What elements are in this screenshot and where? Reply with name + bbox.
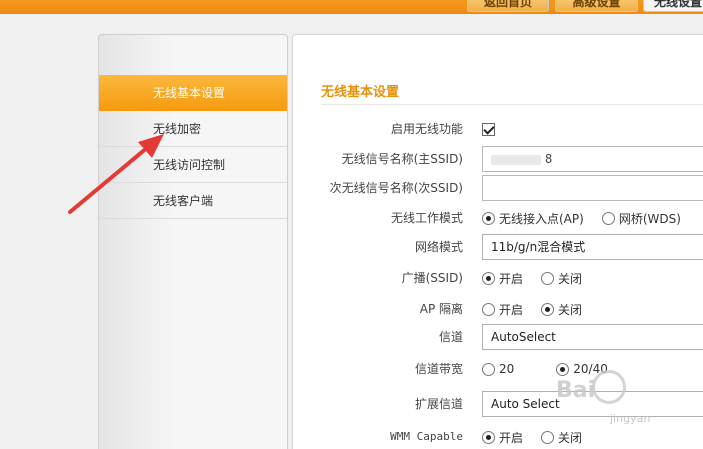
content-panel: 无线基本设置 启用无线功能 无线信号名称(主SSID) 8 次无线信号名称(次S… [292,34,703,449]
red-arrow-annotation [68,134,164,214]
ssid-value: 8 [545,152,553,166]
sidebar-item-basic-settings[interactable]: 无线基本设置 [99,75,287,111]
radio-isolation-on[interactable]: 开启 [482,301,523,318]
ssid2-label: 次无线信号名称(次SSID) [329,181,463,195]
row-channel: 信道 AutoSelect▼ [293,323,703,351]
radio-wds-dot[interactable] [601,211,615,225]
radio-broadcast-on[interactable]: 开启 [482,270,523,287]
watermark-sub: jingyan [610,412,651,425]
radio-isolation-off-label: 关闭 [558,302,583,317]
divider [321,104,703,105]
radio-wds[interactable]: 网桥(WDS) [601,210,681,227]
radio-broadcast-off-label: 关闭 [558,271,583,286]
net-mode-value: 11b/g/n混合模式 [491,240,586,254]
row-ssid2: 次无线信号名称(次SSID) [293,174,703,202]
radio-ap[interactable]: 无线接入点(AP) [482,210,584,227]
radio-bw-2040-dot[interactable] [556,362,570,376]
ext-channel-label: 扩展信道 [414,397,463,411]
channel-value: AutoSelect [491,330,556,344]
tab-home-label: 返回首页 [483,0,532,9]
ssid-label: 无线信号名称(主SSID) [341,152,463,166]
channel-select[interactable]: AutoSelect▼ [482,324,703,350]
radio-wmm-on[interactable]: 开启 [482,429,523,446]
bandwidth-label: 信道带宽 [414,362,463,376]
sidebar: 无线基本设置 无线加密 无线访问控制 无线客户端 [98,34,288,449]
tab-advanced-label: 高级设置 [572,0,621,9]
radio-isolation-off-dot[interactable] [541,302,555,316]
row-ssid: 无线信号名称(主SSID) 8 [293,145,703,173]
paw-icon [592,370,626,404]
row-wmm: WMM Capable 开启 关闭 [293,423,703,449]
broadcast-label: 广播(SSID) [401,271,463,285]
radio-isolation-on-label: 开启 [499,302,524,317]
tab-home[interactable]: 返回首页 [467,0,549,12]
net-mode-select[interactable]: 11b/g/n混合模式▼ [482,234,703,260]
row-enable-wireless: 启用无线功能 [293,115,703,143]
radio-wmm-off-label: 关闭 [558,430,583,445]
work-mode-label: 无线工作模式 [390,211,463,225]
panel-title: 无线基本设置 [321,85,400,100]
radio-ap-label: 无线接入点(AP) [499,211,584,226]
radio-wmm-on-dot[interactable] [482,430,495,444]
row-net-mode: 网络模式 11b/g/n混合模式▼ [293,233,703,261]
tab-wireless-settings[interactable]: 无线设置 [643,0,703,12]
tab-advanced-settings[interactable]: 高级设置 [555,0,638,12]
radio-wmm-on-label: 开启 [499,430,524,445]
row-bandwidth: 信道带宽 20 20/40 [293,355,703,383]
radio-broadcast-off[interactable]: 关闭 [541,270,582,287]
row-ap-isolation: AP 隔离 开启 关闭 [293,295,703,323]
net-mode-label: 网络模式 [414,240,463,254]
redacted-text [491,154,541,165]
ap-isolation-label: AP 隔离 [419,302,463,316]
row-work-mode: 无线工作模式 无线接入点(AP) 网桥(WDS) [293,204,703,232]
radio-ap-dot[interactable] [482,211,495,225]
row-broadcast: 广播(SSID) 开启 关闭 [293,264,703,292]
ext-channel-value: Auto Select [491,397,560,411]
radio-bw-20-label: 20 [499,362,515,376]
radio-wds-label: 网桥(WDS) [618,211,681,226]
enable-wireless-label: 启用无线功能 [390,122,463,136]
radio-broadcast-off-dot[interactable] [541,271,555,285]
ssid-input[interactable]: 8 [482,146,703,172]
radio-bw-20-dot[interactable] [482,362,495,376]
enable-wireless-checkbox[interactable] [482,122,495,136]
radio-isolation-on-dot[interactable] [482,302,495,316]
channel-label: 信道 [438,330,463,344]
sidebar-header [99,35,287,75]
watermark-logo: Bai [556,378,596,403]
radio-bw-20[interactable]: 20 [482,362,514,376]
radio-broadcast-on-dot[interactable] [482,271,495,285]
radio-isolation-off[interactable]: 关闭 [541,301,582,318]
radio-wmm-off[interactable]: 关闭 [541,429,582,446]
radio-wmm-off-dot[interactable] [541,430,555,444]
ssid2-input[interactable] [482,175,703,201]
wmm-label: WMM Capable [390,430,463,443]
tab-wireless-label: 无线设置 [653,0,702,9]
radio-broadcast-on-label: 开启 [499,271,524,286]
